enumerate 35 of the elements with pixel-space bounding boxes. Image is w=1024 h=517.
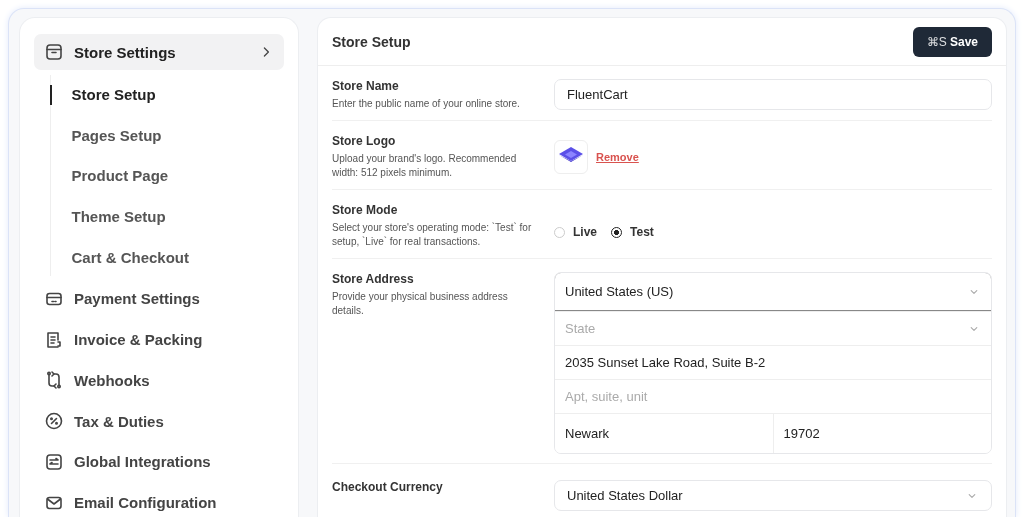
sidebar-item[interactable]: Payment Settings [34,280,284,317]
radio-button[interactable] [611,226,622,238]
sidebar-item[interactable]: Email Configuration [34,484,284,517]
store-logo-image [554,140,588,174]
sidebar-item[interactable]: Webhooks [34,362,284,399]
field-label: Checkout Currency [332,480,444,494]
integrations-icon [44,451,64,472]
radio-option[interactable]: Live [554,225,597,239]
sidebar-item[interactable]: Store Settings [34,34,284,70]
field-help-text: Upload your brand's logo. Recommended width: 512 pixels minimum. [332,152,518,180]
sidebar-item[interactable]: Global Integrations [34,443,284,480]
field-help-text: Provide your physical business address details. [332,290,509,318]
text-field[interactable]: 19702 [772,414,991,453]
submenu-item[interactable]: Product Page [49,158,284,195]
field-label: Store Mode [332,203,399,217]
text-field[interactable]: FluentCart [554,79,992,110]
webhook-icon [44,370,64,391]
field-help-text: Select your store's operating mode: `Test` for setup, `Live` for real transactions. [332,221,533,249]
submenu-item[interactable]: Pages Setup [49,117,284,154]
percent-icon [44,411,64,432]
panel-title: Store Setup [332,33,411,50]
document-icon [44,329,64,350]
submenu-item[interactable]: Theme Setup [49,199,284,236]
field-label: Store Address [332,272,415,286]
field-label: Store Name [332,79,400,93]
submenu-item[interactable]: Cart & Checkout [49,240,284,276]
save-button[interactable]: ⌘S Save [912,26,992,57]
archive-box-icon [44,42,64,62]
field-label: Store Logo [332,134,397,148]
sidebar-item[interactable]: Invoice & Packing [34,321,284,358]
select-field[interactable]: United States Dollar [554,480,992,511]
radio-option[interactable]: Test [611,225,654,239]
field-help-text: Enter the public name of your online store. [332,97,521,111]
remove-link[interactable]: Remove [596,151,639,163]
sidebar-item[interactable]: Tax & Duties [34,403,284,440]
